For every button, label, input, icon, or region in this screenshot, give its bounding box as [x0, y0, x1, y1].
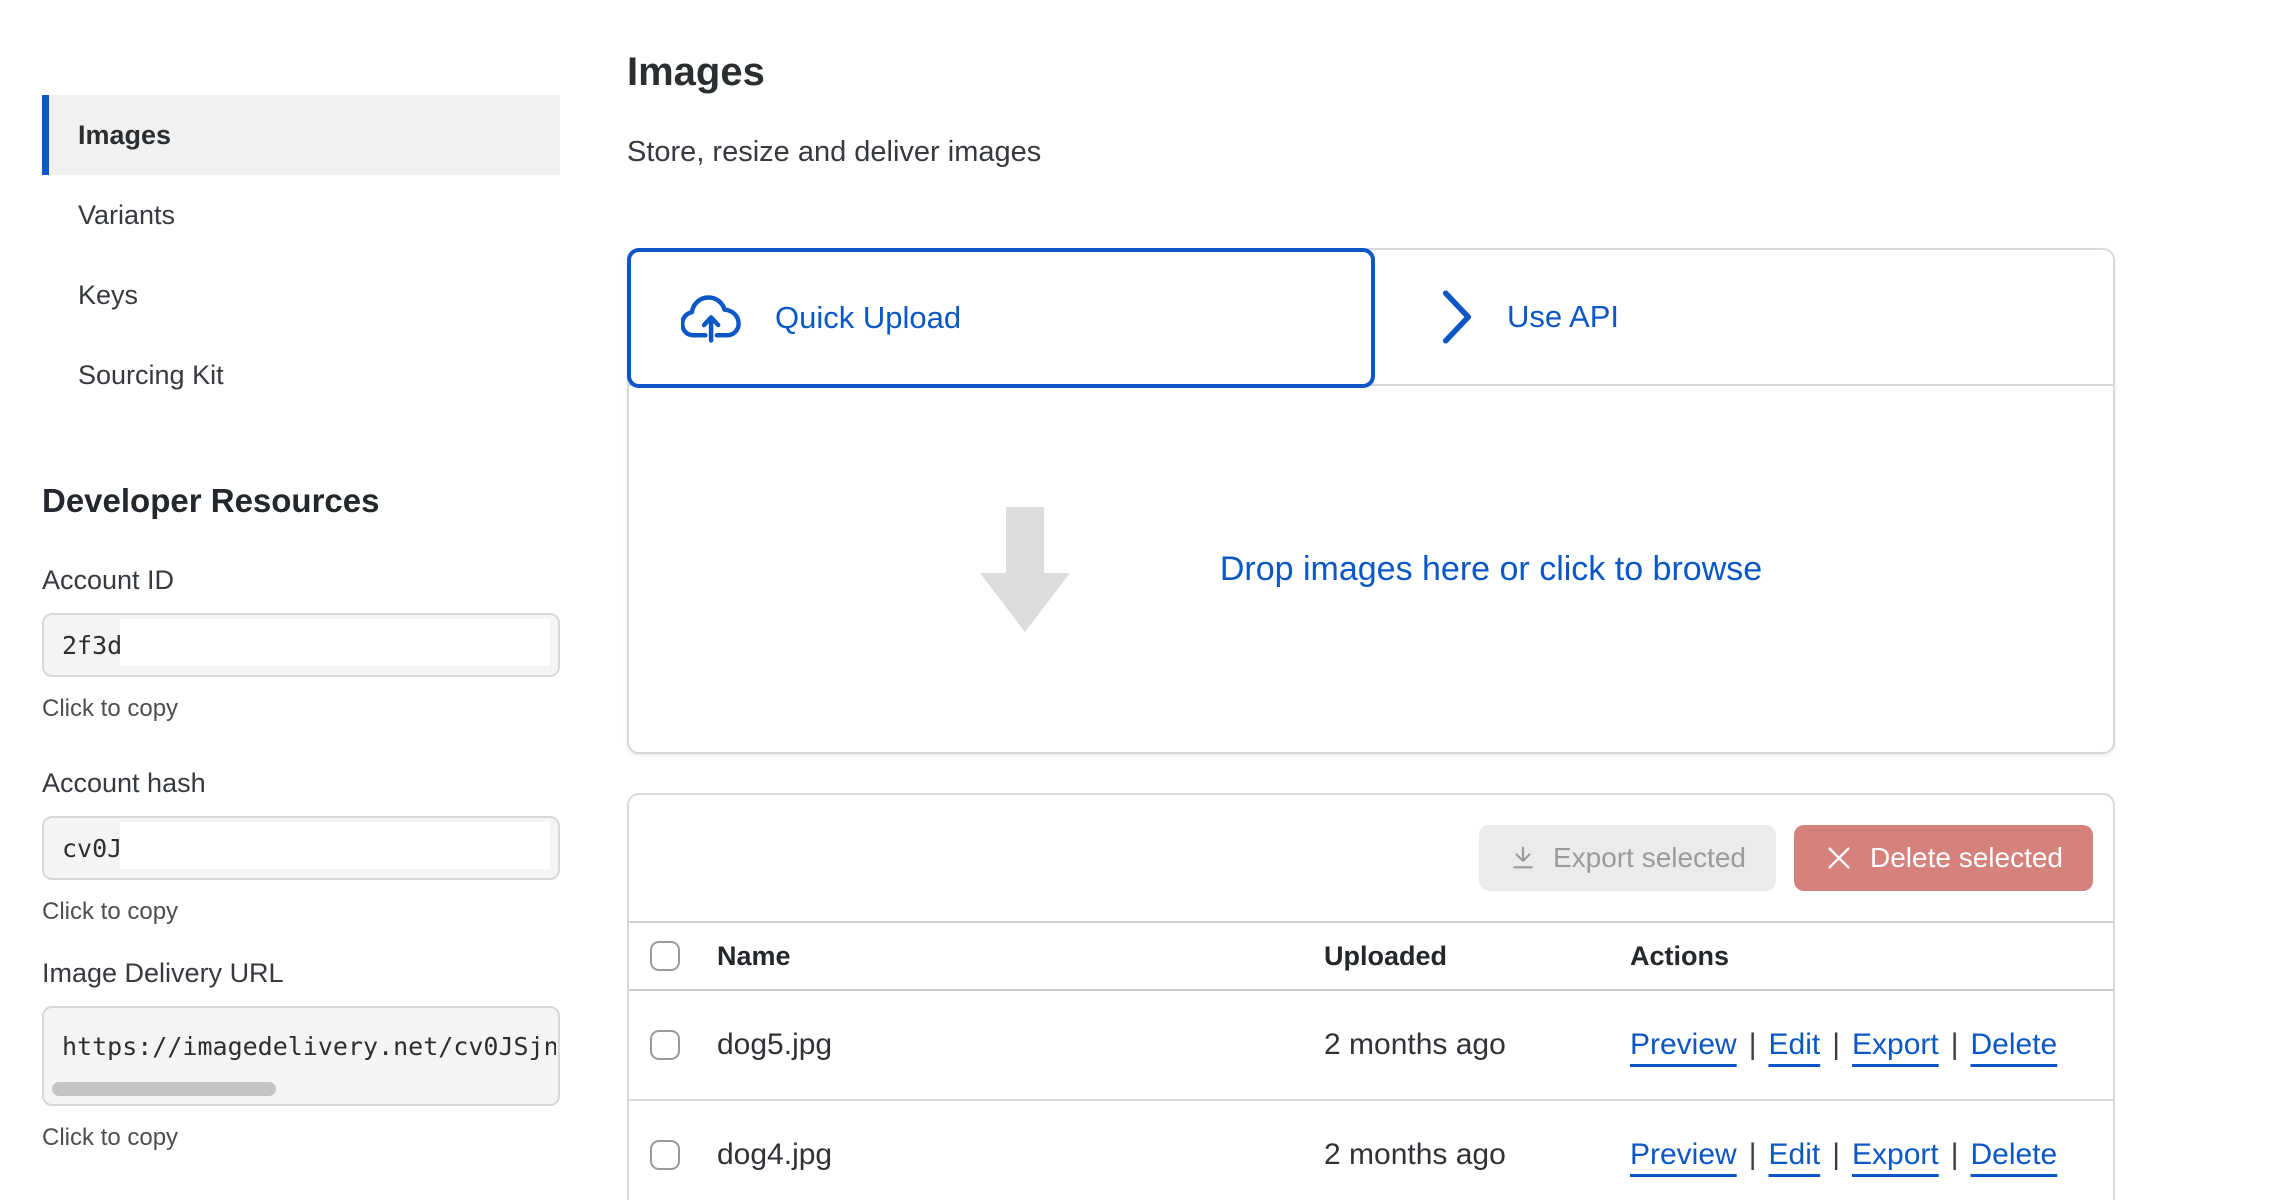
delete-selected-button[interactable]: Delete selected [1794, 825, 2093, 891]
delete-selected-label: Delete selected [1870, 842, 2063, 874]
image-name-cell: dog5.jpg [717, 1028, 1324, 1062]
tab-use-api[interactable]: Use API [1377, 250, 2113, 384]
account-hash-value: cv0J [62, 834, 122, 863]
export-link[interactable]: Export [1852, 1028, 1939, 1061]
image-delivery-url-field[interactable]: https://imagedelivery.net/cv0JSjn8 [42, 1006, 560, 1106]
image-delivery-url-copy-hint: Click to copy [42, 1124, 560, 1152]
sidebar-item-keys[interactable]: Keys [42, 255, 560, 335]
column-header-actions: Actions [1630, 941, 2113, 972]
delete-link[interactable]: Delete [1971, 1028, 2058, 1061]
column-header-name: Name [717, 941, 1324, 972]
redaction-overlay [120, 619, 550, 666]
table-row: dog5.jpg 2 months ago Preview | Edit | Expor… [629, 991, 2113, 1101]
actions-cell: Preview | Edit | Export | Delete [1630, 1138, 2113, 1172]
tab-quick-upload-label: Quick Upload [775, 300, 961, 336]
delete-link[interactable]: Delete [1971, 1138, 2058, 1171]
redaction-overlay [120, 822, 550, 869]
page-subtitle: Store, resize and deliver images [627, 136, 1041, 169]
row-checkbox[interactable] [650, 1140, 680, 1170]
account-hash-field[interactable]: cv0J [42, 816, 560, 880]
edit-link[interactable]: Edit [1769, 1138, 1821, 1171]
header-checkbox-cell [629, 941, 717, 971]
images-table-panel: Export selected Delete selected Name Upl… [627, 793, 2115, 1200]
cloud-upload-icon [681, 293, 745, 343]
select-all-checkbox[interactable] [650, 941, 680, 971]
column-header-uploaded: Uploaded [1324, 941, 1630, 972]
uploaded-cell: 2 months ago [1324, 1028, 1630, 1062]
account-hash-label: Account hash [42, 766, 560, 800]
account-id-group: Account ID 2f3d Click to copy [42, 563, 560, 723]
sidebar-item-variants[interactable]: Variants [42, 175, 560, 255]
image-delivery-url-group: Image Delivery URL https://imagedelivery… [42, 956, 560, 1152]
sidebar-item-images[interactable]: Images [42, 95, 560, 175]
account-id-label: Account ID [42, 563, 560, 597]
row-checkbox-cell [629, 1030, 717, 1060]
uploaded-cell: 2 months ago [1324, 1138, 1630, 1172]
image-delivery-url-value: https://imagedelivery.net/cv0JSjn8 [62, 1032, 556, 1061]
account-id-field[interactable]: 2f3d [42, 613, 560, 677]
export-link[interactable]: Export [1852, 1138, 1939, 1171]
account-hash-group: Account hash cv0J Click to copy [42, 766, 560, 926]
action-separator: | [1749, 1028, 1757, 1061]
table-toolbar: Export selected Delete selected [629, 795, 2113, 923]
account-id-copy-hint: Click to copy [42, 695, 560, 723]
action-separator: | [1832, 1138, 1840, 1171]
table-header-row: Name Uploaded Actions [629, 923, 2113, 991]
developer-resources-heading: Developer Resources [42, 482, 380, 520]
action-separator: | [1832, 1028, 1840, 1061]
sidebar-item-sourcing-kit[interactable]: Sourcing Kit [42, 335, 560, 415]
export-selected-button[interactable]: Export selected [1479, 825, 1776, 891]
upload-tab-row: Quick Upload Use API [629, 250, 2113, 386]
dropzone-text: Drop images here or click to browse [1220, 550, 1762, 589]
image-delivery-url-label: Image Delivery URL [42, 956, 560, 990]
table-row: dog4.jpg 2 months ago Preview | Edit | Expor… [629, 1101, 2113, 1200]
image-dropzone[interactable]: Drop images here or click to browse [629, 386, 2113, 752]
row-checkbox-cell [629, 1140, 717, 1170]
action-separator: | [1951, 1138, 1959, 1171]
actions-cell: Preview | Edit | Export | Delete [1630, 1028, 2113, 1062]
download-icon [1509, 844, 1537, 872]
horizontal-scrollbar[interactable] [52, 1082, 276, 1096]
tab-use-api-label: Use API [1507, 299, 1619, 335]
chevron-right-icon [1442, 288, 1472, 346]
preview-link[interactable]: Preview [1630, 1138, 1737, 1171]
export-selected-label: Export selected [1553, 842, 1746, 874]
account-id-value: 2f3d [62, 631, 122, 660]
page-title: Images [627, 50, 765, 95]
action-separator: | [1749, 1138, 1757, 1171]
preview-link[interactable]: Preview [1630, 1028, 1737, 1061]
upload-panel: Quick Upload Use API Drop images here or… [627, 248, 2115, 754]
edit-link[interactable]: Edit [1769, 1028, 1821, 1061]
action-separator: | [1951, 1028, 1959, 1061]
tab-quick-upload[interactable]: Quick Upload [627, 248, 1375, 388]
x-icon [1824, 843, 1854, 873]
image-name-cell: dog4.jpg [717, 1138, 1324, 1172]
sidebar-nav: Images Variants Keys Sourcing Kit [42, 95, 560, 415]
row-checkbox[interactable] [650, 1030, 680, 1060]
arrow-down-icon [980, 507, 1070, 632]
account-hash-copy-hint: Click to copy [42, 898, 560, 926]
